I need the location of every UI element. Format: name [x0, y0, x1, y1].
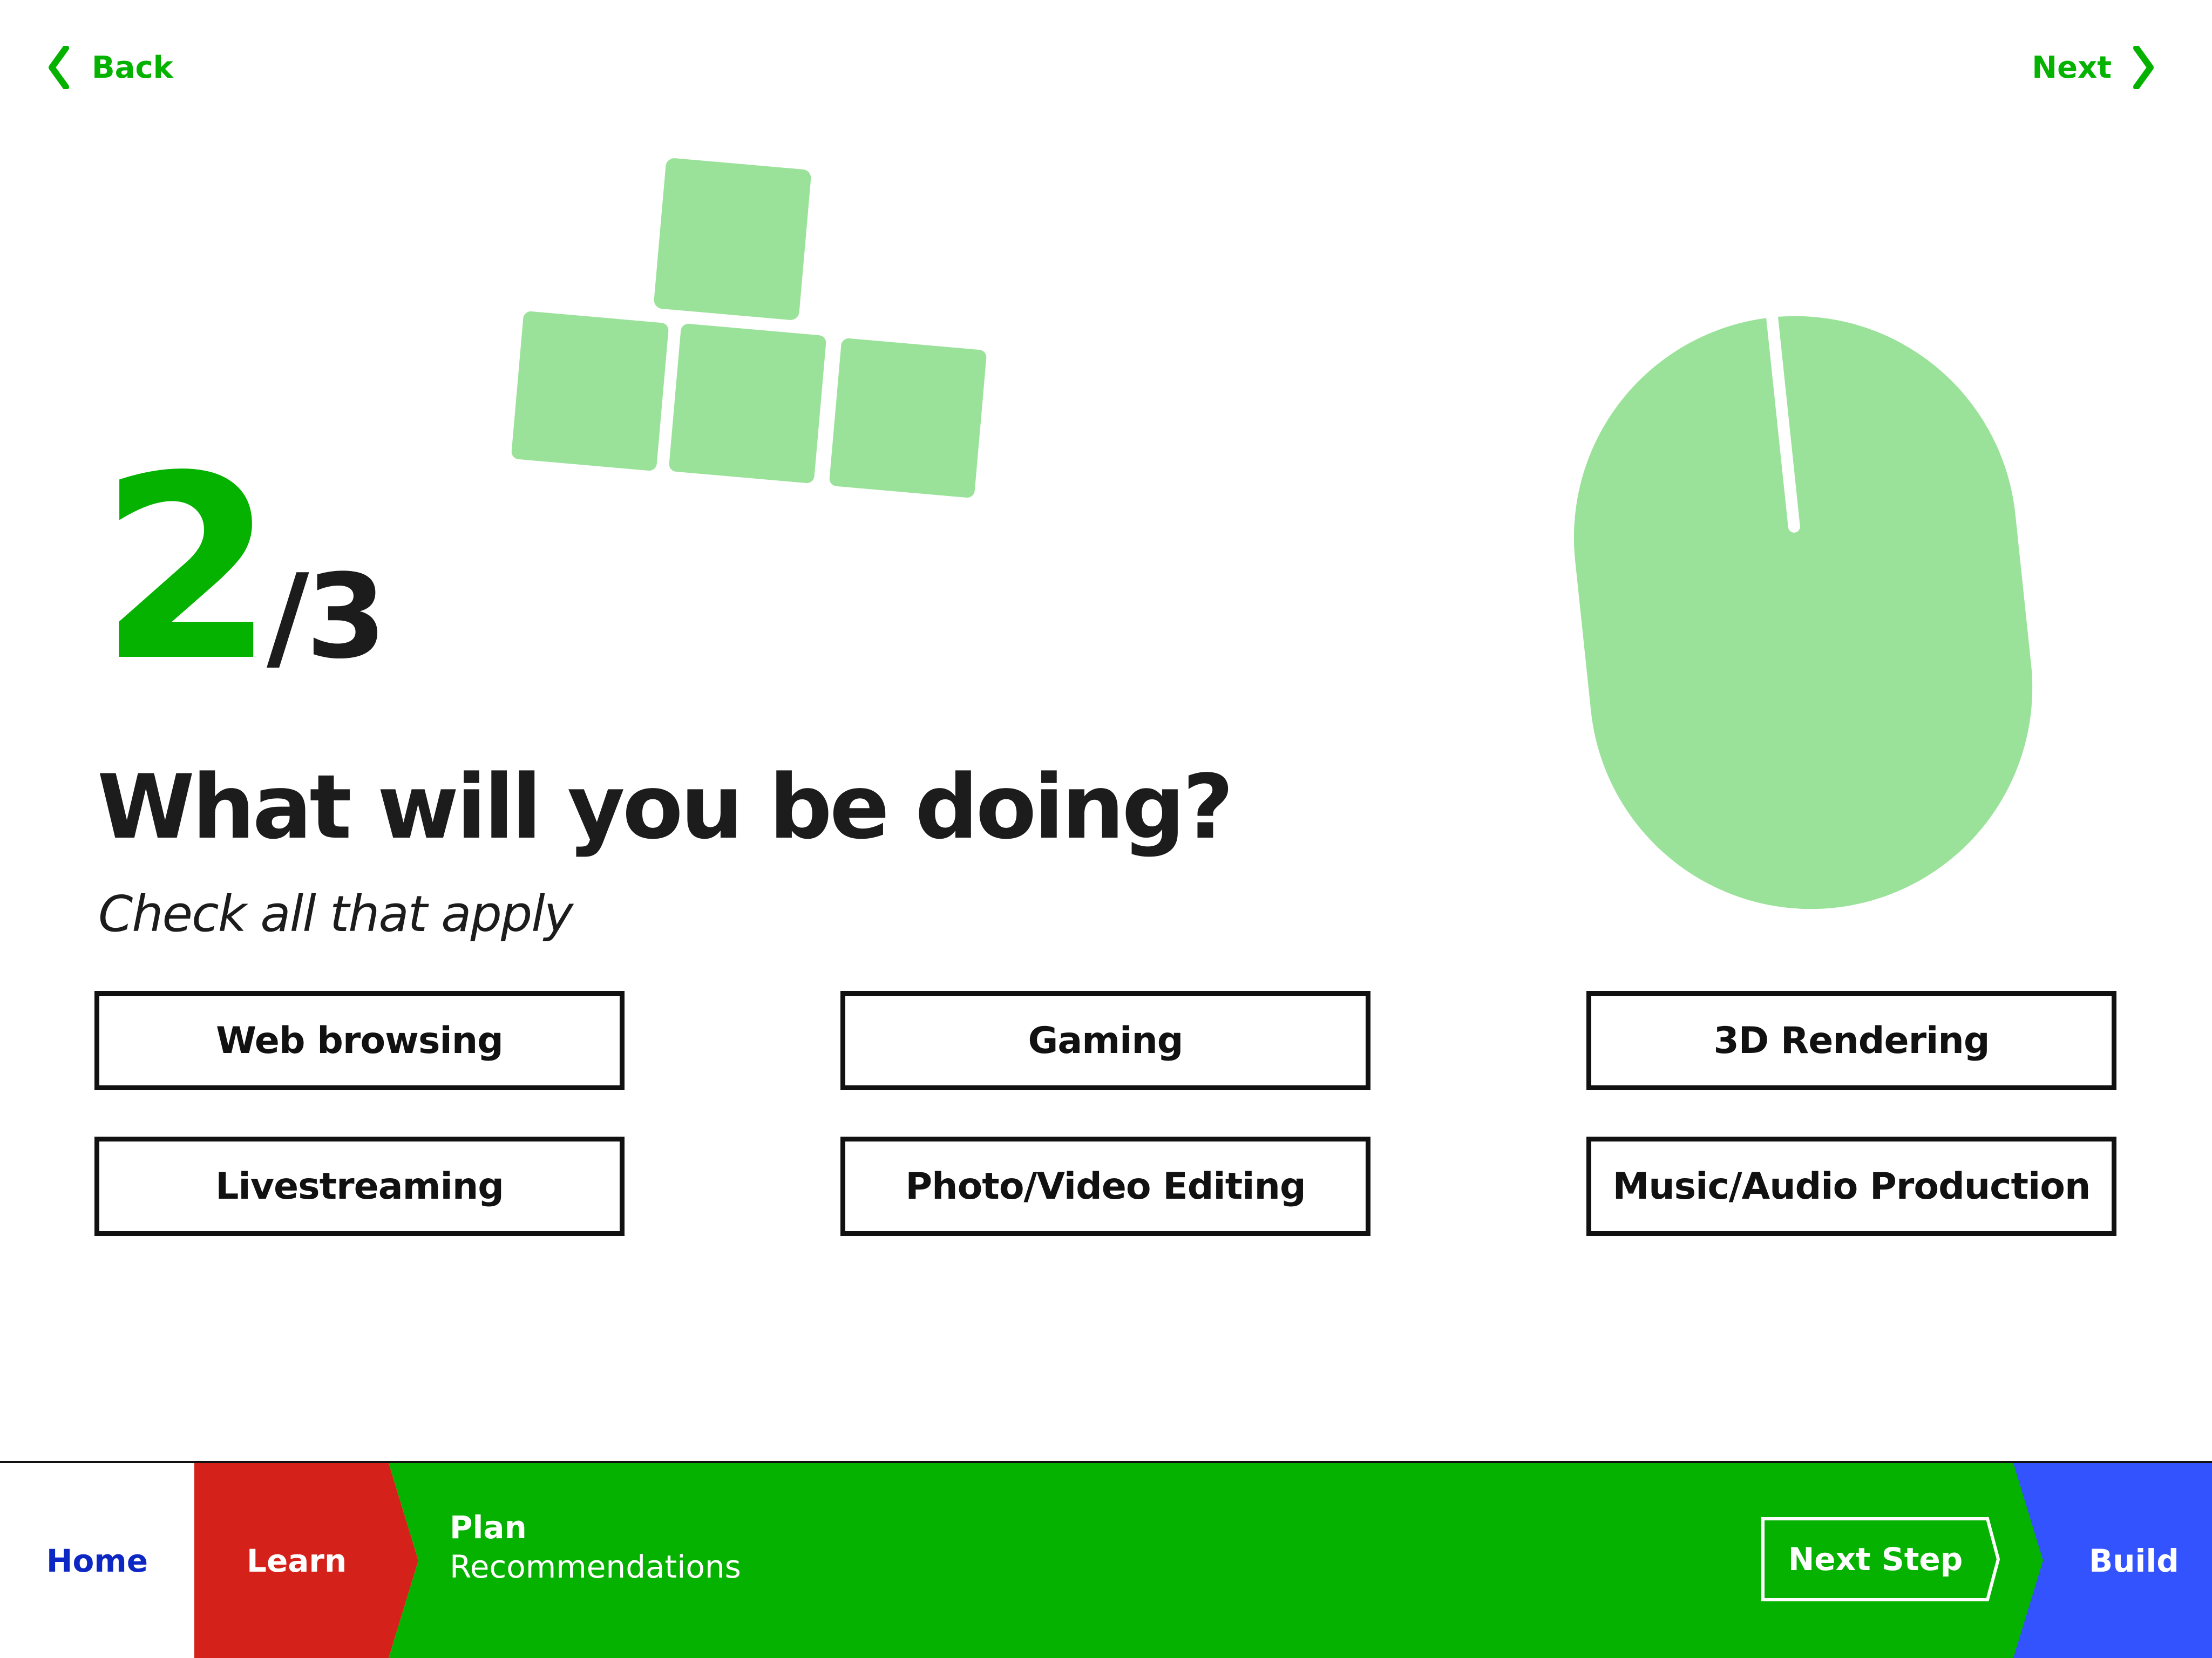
computer-mouse-icon: [1573, 311, 2033, 909]
step-build[interactable]: Build: [2013, 1463, 2212, 1658]
plan-title: Plan: [450, 1509, 527, 1546]
option-web-browsing[interactable]: Web browsing: [94, 991, 625, 1090]
option-3d-rendering[interactable]: 3D Rendering: [1586, 991, 2116, 1090]
step-learn[interactable]: Learn: [194, 1463, 418, 1658]
step-total: /3: [267, 549, 386, 684]
home-label: Home: [46, 1542, 148, 1579]
option-gaming[interactable]: Gaming: [840, 991, 1370, 1090]
question-subtitle: Check all that apply: [98, 885, 573, 943]
next-step-button[interactable]: Next Step: [1761, 1517, 2003, 1602]
next-button[interactable]: Next: [2032, 46, 2155, 89]
back-label: Back: [92, 50, 173, 85]
option-photo-video-editing[interactable]: Photo/Video Editing: [840, 1137, 1370, 1236]
options-grid: Web browsing Gaming 3D Rendering Livestr…: [94, 991, 2116, 1236]
next-label: Next: [2032, 50, 2112, 85]
option-livestreaming[interactable]: Livestreaming: [94, 1137, 625, 1236]
back-button[interactable]: Back: [48, 46, 173, 89]
step-current: 2: [99, 422, 275, 717]
step-home[interactable]: Home: [0, 1463, 194, 1658]
chevron-left-icon: [49, 46, 69, 89]
plan-subtitle: Recommendations: [450, 1548, 741, 1585]
chevron-right-icon: [2133, 46, 2154, 89]
next-step-label: Next Step: [1788, 1541, 1963, 1578]
option-music-audio-production[interactable]: Music/Audio Production: [1586, 1137, 2116, 1236]
learn-label: Learn: [247, 1542, 347, 1579]
keyboard-keys-icon: [511, 158, 987, 498]
build-label: Build: [2089, 1542, 2179, 1579]
question-title: What will you be doing?: [97, 756, 1234, 859]
step-counter: 2/3: [99, 422, 386, 717]
